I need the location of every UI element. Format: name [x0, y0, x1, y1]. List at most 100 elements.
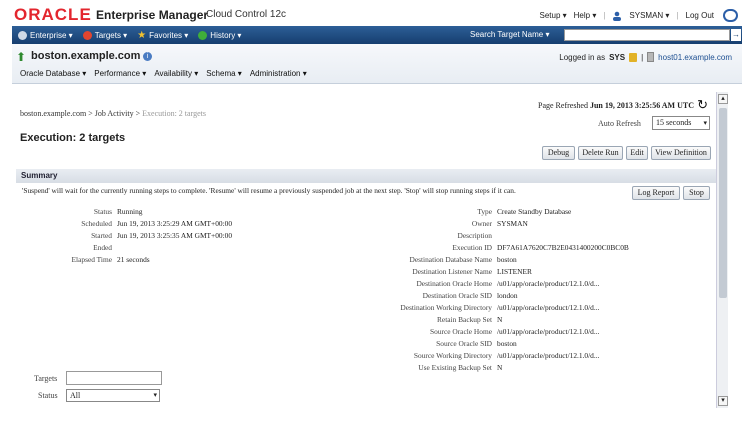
global-nav: Enterprise ▾ Targets ▾ ★ Favorites ▾ His… [12, 26, 742, 44]
type-key: Type [477, 207, 492, 216]
menu-performance[interactable]: Performance ▾ [94, 69, 146, 78]
enterprise-menu[interactable]: Enterprise ▾ [18, 30, 73, 40]
logout-link[interactable]: Log Out [686, 11, 714, 20]
dest-listener-value: LISTENER [497, 267, 532, 276]
lock-icon [629, 52, 638, 62]
status-filter-label: Status [38, 391, 58, 400]
scheduled-key: Scheduled [81, 219, 112, 228]
targets-filter-label: Targets [34, 374, 58, 383]
execution-id-key: Execution ID [452, 243, 492, 252]
owner-key: Owner [471, 219, 492, 228]
targets-filter-input[interactable] [66, 371, 162, 385]
summary-note: 'Suspend' will wait for the currently ru… [22, 186, 516, 195]
source-oracle-sid-key: Source Oracle SID [436, 339, 492, 348]
elapsed-key: Elapsed Time [71, 255, 112, 264]
logout-icon[interactable] [723, 9, 738, 22]
target-header: ⬆ boston.example.com i Oracle Database ▾… [12, 44, 742, 84]
menu-administration[interactable]: Administration ▾ [250, 69, 307, 78]
history-icon [198, 30, 208, 40]
user-icon [613, 11, 622, 21]
delete-run-button[interactable]: Delete Run [578, 146, 623, 160]
status-key: Status [93, 207, 112, 216]
breadcrumb-current: Execution: 2 targets [142, 109, 206, 118]
dest-db-name-value: boston [497, 255, 517, 264]
elapsed-value: 21 seconds [117, 255, 150, 264]
host-icon [647, 52, 655, 62]
use-existing-backup-key: Use Existing Backup Set [418, 363, 492, 372]
oracle-logo: ORACLE [14, 5, 92, 24]
info-icon[interactable]: i [143, 52, 152, 61]
view-definition-button[interactable]: View Definition [651, 146, 711, 160]
favorites-menu[interactable]: ★ Favorites ▾ [137, 30, 188, 41]
vertical-scrollbar[interactable]: ▴ ▾ [716, 92, 728, 408]
source-oracle-home-value: /u01/app/oracle/product/12.1.0/d... [497, 327, 600, 336]
favorites-label: Favorites ▾ [149, 30, 189, 40]
search-target-menu[interactable]: Search Target Name ▾ [470, 30, 549, 39]
menu-availability[interactable]: Availability ▾ [154, 69, 198, 78]
refresh-icon[interactable]: ↻ [697, 97, 708, 113]
scheduled-value: Jun 19, 2013 3:25:29 AM GMT+00:00 [117, 219, 233, 228]
product-edition: Cloud Control 12c [206, 9, 287, 20]
user-menu-area: Setup ▾ Help ▾ | SYSMAN ▾ | Log Out [539, 9, 738, 22]
breadcrumb-separator: > [88, 109, 93, 118]
host-link[interactable]: host01.example.com [658, 53, 732, 62]
target-name[interactable]: boston.example.com [31, 50, 140, 62]
main-content: boston.example.com > Job Activity > Exec… [12, 85, 728, 415]
dest-working-dir-key: Destination Working Directory [400, 303, 492, 312]
search-go-button[interactable]: → [731, 29, 741, 41]
status-value: Running [117, 207, 143, 216]
use-existing-backup-value: N [497, 363, 503, 372]
dest-oracle-home-value: /u01/app/oracle/product/12.1.0/d... [497, 279, 600, 288]
page-refreshed: Page Refreshed Jun 19, 2013 3:25:56 AM U… [538, 101, 694, 110]
setup-menu[interactable]: Setup ▾ [539, 11, 566, 20]
breadcrumb: boston.example.com > Job Activity > Exec… [20, 109, 206, 118]
source-oracle-sid-value: boston [497, 339, 517, 348]
log-report-button[interactable]: Log Report [632, 186, 680, 200]
login-info: Logged in as SYS | host01.example.com [559, 52, 732, 62]
enterprise-label: Enterprise ▾ [30, 30, 73, 40]
scroll-thumb[interactable] [719, 108, 727, 298]
refreshed-label: Page Refreshed [538, 101, 588, 110]
menu-oracle-database[interactable]: Oracle Database ▾ [20, 69, 86, 78]
stop-button[interactable]: Stop [683, 186, 710, 200]
source-working-dir-key: Source Working Directory [413, 351, 492, 360]
auto-refresh-label: Auto Refresh [598, 119, 641, 128]
owner-value: SYSMAN [497, 219, 528, 228]
dest-db-name-key: Destination Database Name [409, 255, 493, 264]
edit-button[interactable]: Edit [626, 146, 648, 160]
scroll-down-arrow[interactable]: ▾ [718, 396, 728, 406]
breadcrumb-job-activity[interactable]: Job Activity [95, 109, 134, 118]
dest-oracle-sid-value: london [497, 291, 518, 300]
scroll-up-arrow[interactable]: ▴ [718, 94, 728, 104]
breadcrumb-home[interactable]: boston.example.com [20, 109, 86, 118]
menu-schema[interactable]: Schema ▾ [206, 69, 242, 78]
logged-in-user: SYS [609, 52, 626, 62]
targets-menu[interactable]: Targets ▾ [82, 30, 128, 40]
execution-id-value: DF7A61A7620C7B2E0431400200C0BC0B [497, 243, 629, 252]
refreshed-value: Jun 19, 2013 3:25:56 AM UTC [589, 101, 694, 110]
dest-working-dir-value: /u01/app/oracle/product/12.1.0/d... [497, 303, 600, 312]
user-menu[interactable]: SYSMAN ▾ [629, 11, 669, 20]
enterprise-icon [18, 30, 27, 40]
star-icon: ★ [137, 29, 147, 41]
divider: | [641, 52, 644, 62]
help-menu[interactable]: Help ▾ [574, 11, 597, 20]
history-menu[interactable]: History ▾ [198, 30, 242, 40]
target-menus: Oracle Database ▾ Performance ▾ Availabi… [20, 69, 307, 78]
started-value: Jun 19, 2013 3:25:35 AM GMT+00:00 [117, 231, 233, 240]
retain-backup-key: Retain Backup Set [436, 315, 492, 324]
status-up-icon: ⬆ [16, 50, 27, 64]
history-label: History ▾ [210, 30, 242, 40]
description-key: Description [457, 231, 492, 240]
retain-backup-value: N [497, 315, 503, 324]
branding-bar: ORACLE Enterprise Manager Cloud Control … [0, 0, 750, 26]
summary-header: Summary [16, 169, 718, 183]
ended-key: Ended [93, 243, 112, 252]
targets-label: Targets ▾ [94, 30, 128, 40]
auto-refresh-select[interactable]: 15 seconds ▾ [652, 116, 710, 130]
logged-in-label: Logged in as [559, 52, 606, 62]
search-target-input[interactable] [564, 29, 730, 41]
status-filter-select[interactable]: All ▾ [66, 389, 160, 402]
started-key: Started [91, 231, 112, 240]
debug-button[interactable]: Debug [542, 146, 575, 160]
